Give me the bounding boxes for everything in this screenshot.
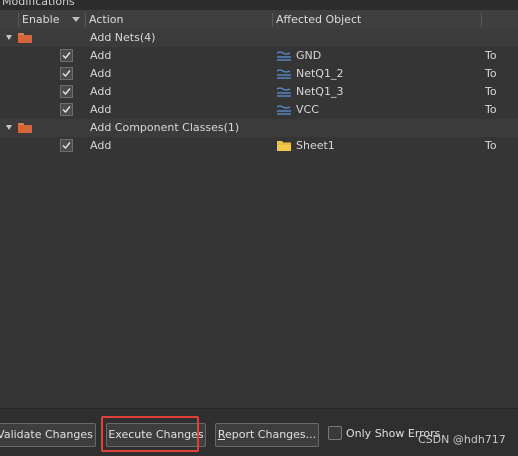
group-row-add-component-classes[interactable]: Add Component Classes(1) (0, 119, 518, 137)
table-row[interactable]: Add NetQ1_3 To (0, 83, 518, 101)
enable-checkbox[interactable] (60, 139, 73, 152)
section-title-label: Modifications (2, 0, 75, 8)
table-row[interactable]: Add Sheet1 To (0, 137, 518, 155)
group-row-add-nets[interactable]: Add Nets(4) (0, 29, 518, 47)
enable-checkbox[interactable] (60, 103, 73, 116)
affected-object: VCC (296, 103, 319, 116)
report-changes-button[interactable]: Report Changes... (215, 423, 319, 447)
section-title: Modifications (0, 0, 518, 10)
net-icon (276, 51, 291, 61)
affected-object: NetQ1_3 (296, 85, 344, 98)
report-changes-mnemonic: R (217, 428, 225, 441)
affected-object: NetQ1_2 (296, 67, 344, 80)
net-icon (276, 69, 291, 79)
to-text: To (485, 139, 497, 152)
table-row[interactable]: Add GND To (0, 47, 518, 65)
table-row[interactable]: Add VCC To (0, 101, 518, 119)
net-icon (276, 105, 291, 115)
enable-checkbox[interactable] (60, 49, 73, 62)
to-text: To (485, 49, 497, 62)
to-text: To (485, 103, 497, 116)
affected-object: GND (296, 49, 322, 62)
modifications-dialog: Modifications Enable Action Affected Obj… (0, 0, 518, 456)
header-divider (85, 13, 86, 27)
execute-changes-button[interactable]: Execute Changes (106, 423, 206, 447)
table-header: Enable Action Affected Object (0, 10, 518, 30)
folder-icon (18, 33, 32, 43)
affected-object: Sheet1 (296, 139, 335, 152)
group-label: Add Nets(4) (90, 31, 156, 44)
action-text: Add (90, 85, 112, 98)
net-icon (276, 87, 291, 97)
column-header-action[interactable]: Action (89, 10, 123, 29)
header-divider (481, 13, 482, 27)
folder-icon (18, 123, 32, 133)
table-row[interactable]: Add NetQ1_2 To (0, 65, 518, 83)
to-text: To (485, 67, 497, 80)
to-text: To (485, 85, 497, 98)
validate-changes-button[interactable]: Validate Changes (0, 423, 96, 447)
enable-checkbox[interactable] (60, 67, 73, 80)
action-text: Add (90, 139, 112, 152)
header-divider (18, 13, 19, 27)
report-changes-label: eport Changes... (225, 428, 317, 441)
watermark: CSDN @hdh717 (418, 433, 506, 446)
action-text: Add (90, 67, 112, 80)
collapse-arrow-icon[interactable] (6, 35, 12, 40)
enable-checkbox[interactable] (60, 85, 73, 98)
column-header-affected-object[interactable]: Affected Object (276, 10, 361, 29)
sort-arrow-icon[interactable] (72, 17, 80, 22)
column-header-enable[interactable]: Enable (22, 10, 59, 29)
sheet-folder-icon (277, 141, 291, 151)
action-text: Add (90, 103, 112, 116)
group-label: Add Component Classes(1) (90, 121, 240, 134)
only-show-errors-checkbox[interactable] (328, 426, 342, 440)
action-text: Add (90, 49, 112, 62)
collapse-arrow-icon[interactable] (6, 125, 12, 130)
header-divider (272, 13, 273, 27)
